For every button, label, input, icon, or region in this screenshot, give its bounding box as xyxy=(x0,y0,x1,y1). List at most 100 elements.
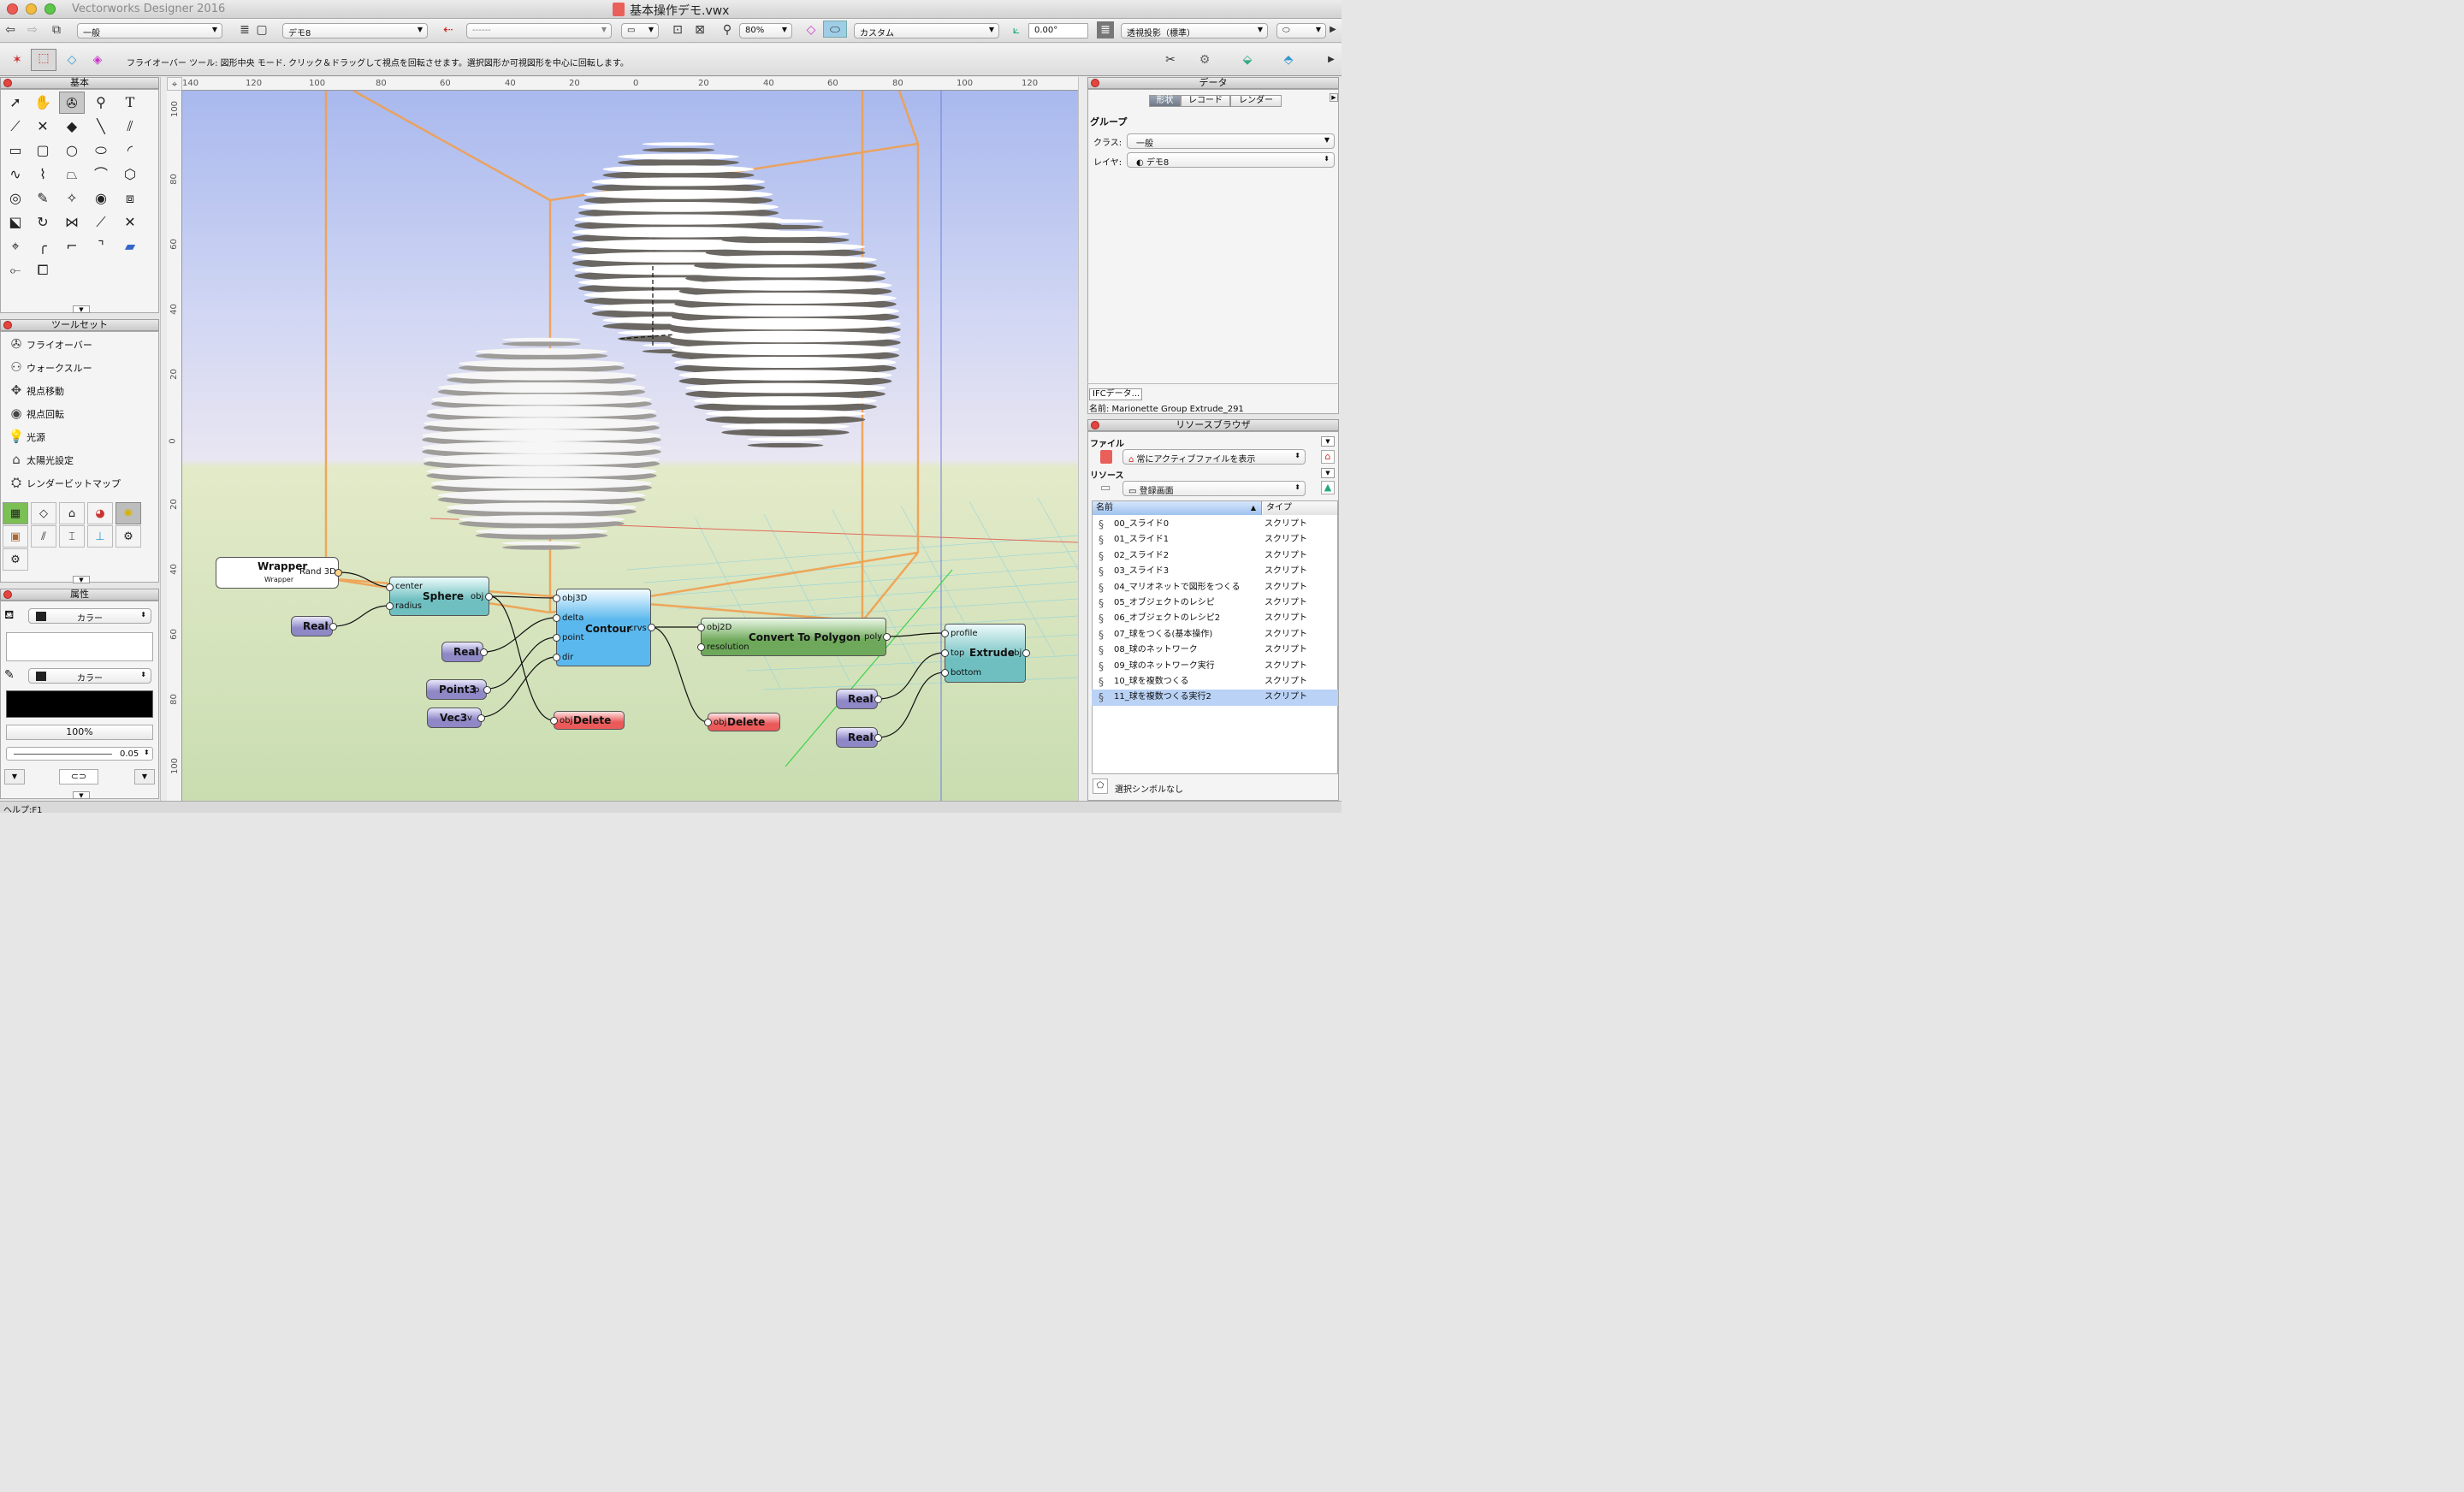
contour-node[interactable]: obj3D delta point dir Contour crvs xyxy=(553,589,655,666)
tab-render[interactable]: レンダー xyxy=(1230,95,1282,107)
connect-tool-icon[interactable]: ⌖ xyxy=(3,235,28,258)
object-center-mode-icon[interactable]: ⬚ xyxy=(31,49,56,71)
class-select[interactable]: 一般 ▼ xyxy=(77,23,222,38)
marionette-icon[interactable]: ⬙ xyxy=(1239,51,1256,68)
tab-shape[interactable]: 形状 xyxy=(1149,95,1181,107)
left-splitter[interactable] xyxy=(160,77,167,801)
magic-wand-tool-icon[interactable]: ✧ xyxy=(59,187,85,210)
fit-objects-icon[interactable]: ⊡ xyxy=(669,21,686,38)
chamfer-tool-icon[interactable]: ⌐ xyxy=(59,235,85,258)
toolset-collapse-icon[interactable]: ▼ xyxy=(73,576,90,583)
real3-output-port[interactable] xyxy=(874,696,882,703)
trim-tool-icon[interactable]: ⟋ xyxy=(88,211,114,234)
building-toolset-icon[interactable]: ⌂ xyxy=(59,502,85,524)
contour-point-port[interactable] xyxy=(553,634,560,642)
zoom-select[interactable]: 80% ▼ xyxy=(739,23,792,38)
site-toolset-icon[interactable]: ▦ xyxy=(3,502,28,524)
extrude-node[interactable]: profile top bottom Extrude obj xyxy=(941,624,1030,683)
contour-dir-port[interactable] xyxy=(553,654,560,661)
visibility-tool-icon[interactable]: ◉ xyxy=(88,187,114,210)
forward-arrow-icon[interactable]: ⇨ xyxy=(24,21,41,38)
plane-mode-icon[interactable]: ◇ xyxy=(63,51,80,68)
close-icon[interactable] xyxy=(3,321,12,329)
file-select[interactable]: ⌂ 常にアクティブファイルを表示 ⬍ xyxy=(1122,449,1306,465)
toolset-item-walkthrough[interactable]: ⚇ ウォークスルー xyxy=(6,356,158,378)
curve-tool-icon[interactable]: ⌒ xyxy=(88,163,114,186)
real1-output-port[interactable] xyxy=(329,623,337,631)
detail-toolset-icon[interactable]: ⫽ xyxy=(31,525,56,548)
reshape-tool-icon[interactable]: ⧈ xyxy=(117,187,143,210)
offset-tool-icon[interactable]: ⬕ xyxy=(3,211,28,234)
convert-to-polygon-node[interactable]: obj2D resolution Convert To Polygon poly xyxy=(697,618,891,656)
contour-delta-port[interactable] xyxy=(553,614,560,622)
real2-output-port[interactable] xyxy=(480,648,488,656)
snap-tool-icon[interactable]: ✂ xyxy=(1162,51,1179,68)
extrude-output-port[interactable] xyxy=(1022,649,1030,657)
polygon-tool-icon[interactable]: ⏢ xyxy=(59,163,85,186)
spiral-tool-icon[interactable]: ◎ xyxy=(3,187,28,210)
circle-tool-icon[interactable]: ○ xyxy=(59,139,85,162)
zoom-icon[interactable]: ⚲ xyxy=(719,21,736,38)
wrapper-output-port[interactable] xyxy=(335,569,342,577)
delete2-input-port[interactable] xyxy=(704,719,712,726)
x-tool-icon[interactable]: ✕ xyxy=(30,115,56,138)
toolset-item-flyover[interactable]: ✇ フライオーバー xyxy=(6,333,158,355)
selection-tool-icon[interactable]: ➚ xyxy=(3,92,28,114)
real4-output-port[interactable] xyxy=(874,734,882,742)
point3-node[interactable]: Point3 p xyxy=(426,679,491,700)
resource-list-item[interactable]: § 05_オブジェクトのレシピ スクリプト xyxy=(1092,595,1338,612)
clip-tool-icon[interactable]: ⌝ xyxy=(88,235,114,258)
split-tool-icon[interactable]: ✕ xyxy=(117,211,143,234)
real-node-1[interactable]: Real r xyxy=(291,616,337,636)
resource-list-item[interactable]: § 06_オブジェクトのレシピ2 スクリプト xyxy=(1092,611,1338,627)
fillet-tool-icon[interactable]: ╭ xyxy=(30,235,56,258)
eraser-tool-icon[interactable]: ▰ xyxy=(117,235,143,258)
rectangle-tool-icon[interactable]: ▭ xyxy=(3,139,28,162)
rotate-tool-icon[interactable]: ↻ xyxy=(30,211,56,234)
more-chevron-icon[interactable]: ▶ xyxy=(1324,21,1342,38)
oval-tool-icon[interactable]: ⬭ xyxy=(88,139,114,162)
close-icon[interactable] xyxy=(3,590,12,599)
shapes-toolset-icon[interactable]: ◕ xyxy=(87,502,113,524)
mirror-tool-icon[interactable]: ⋈ xyxy=(59,211,85,234)
settings-gear-icon[interactable]: ⚙ xyxy=(1196,51,1213,68)
delete-node-1[interactable]: obj Delete xyxy=(550,711,625,730)
zoom-tool-icon[interactable]: ⚲ xyxy=(88,92,114,114)
attributes-collapse-icon[interactable]: ▼ xyxy=(73,791,90,799)
pan-hand-tool-icon[interactable]: ✋ xyxy=(30,92,56,114)
column-header-type[interactable]: タイプ xyxy=(1263,501,1337,515)
resource-list-item[interactable]: § 00_スライド0 スクリプト xyxy=(1092,517,1338,533)
wire-tool-icon[interactable]: ⟜ xyxy=(3,259,28,281)
close-icon[interactable] xyxy=(1091,79,1099,87)
screen-plane-mode-icon[interactable]: ◈ xyxy=(89,51,106,68)
vec3-output-port[interactable] xyxy=(477,714,485,722)
data-palette-header[interactable]: データ xyxy=(1087,77,1339,89)
working-plane-icon[interactable]: ⬭ xyxy=(823,21,847,38)
extrude-top-port[interactable] xyxy=(941,649,949,657)
basic-palette-header[interactable]: 基本 xyxy=(0,77,159,89)
polyline-tool-icon[interactable]: ⌇ xyxy=(30,163,56,186)
fill-preview[interactable] xyxy=(6,632,153,661)
resource-list-item[interactable]: § 11_球を複数つくる実行2 スクリプト xyxy=(1092,690,1338,706)
convert-resolution-port[interactable] xyxy=(697,643,705,651)
plane-toolset-icon[interactable]: ◇ xyxy=(31,502,56,524)
data-layer-select[interactable]: ◐ デモ8 ⬍ xyxy=(1127,152,1335,168)
structure-toolset-icon[interactable]: ⌶ xyxy=(59,525,85,548)
angle-icon[interactable]: ⟀ xyxy=(1008,21,1025,38)
real-node-3[interactable]: Real r xyxy=(836,689,882,709)
rounded-rectangle-tool-icon[interactable]: ▢ xyxy=(30,139,56,162)
toolset-item-render-bitmap[interactable]: ⛭ レンダービットマップ xyxy=(6,471,158,494)
view-options-select[interactable]: ⬭ ▼ xyxy=(1276,23,1326,38)
point3-output-port[interactable] xyxy=(483,686,491,694)
pipe-toolset-icon[interactable]: ⊥ xyxy=(87,525,113,548)
freehand-tool-icon[interactable]: ∿ xyxy=(3,163,28,186)
line-tool-icon[interactable]: ╲ xyxy=(88,115,114,138)
machine-toolset-icon[interactable]: ⚙ xyxy=(116,525,141,548)
home-button-icon[interactable]: ⌂ xyxy=(1321,450,1335,464)
extrude-profile-port[interactable] xyxy=(941,630,949,637)
sphere-node[interactable]: center radius Sphere obj xyxy=(386,577,493,616)
stepper-icon[interactable]: ⬍ xyxy=(144,749,150,756)
resource-list-item[interactable]: § 10_球を複数つくる スクリプト xyxy=(1092,674,1338,690)
opacity-field[interactable]: 100% xyxy=(6,725,153,740)
convert-output-port[interactable] xyxy=(883,633,891,641)
